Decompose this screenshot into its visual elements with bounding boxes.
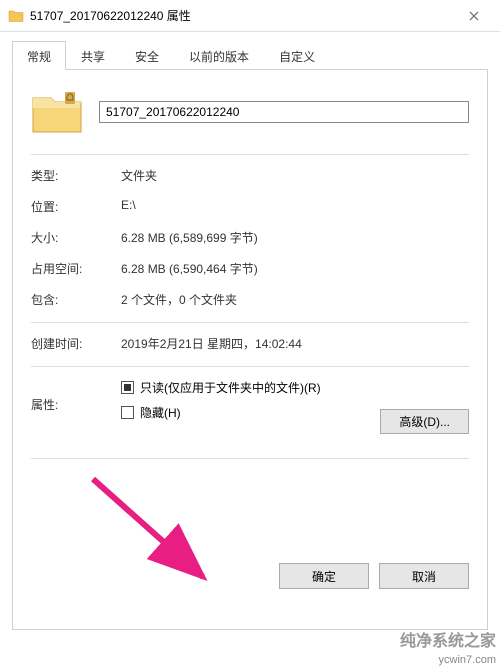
name-row (31, 88, 469, 136)
type-label: 类型: (31, 167, 121, 184)
size-on-disk-value: 6.28 MB (6,590,464 字节) (121, 260, 469, 277)
titlebar: 51707_20170622012240 属性 (0, 0, 500, 32)
tabs: 常规 共享 安全 以前的版本 自定义 (12, 40, 488, 70)
created-label: 创建时间: (31, 335, 121, 352)
tab-previous-versions[interactable]: 以前的版本 (174, 41, 264, 70)
cancel-button[interactable]: 取消 (379, 563, 469, 589)
tab-custom[interactable]: 自定义 (264, 41, 330, 70)
dialog-buttons: 确定 取消 (279, 563, 469, 589)
tab-share[interactable]: 共享 (66, 41, 120, 70)
folder-name-input[interactable] (99, 101, 469, 123)
readonly-label: 只读(仅应用于文件夹中的文件)(R) (140, 379, 321, 396)
dialog-content: 常规 共享 安全 以前的版本 自定义 类型: 文件夹 位置: E:\ (0, 32, 500, 630)
tab-general[interactable]: 常规 (12, 41, 66, 70)
divider (31, 458, 469, 459)
folder-large-icon (31, 88, 83, 136)
window-title: 51707_20170622012240 属性 (30, 7, 456, 24)
size-label: 大小: (31, 229, 121, 246)
type-value: 文件夹 (121, 167, 469, 184)
created-value: 2019年2月21日 星期四，14:02:44 (121, 335, 469, 352)
readonly-checkbox-row[interactable]: 只读(仅应用于文件夹中的文件)(R) (121, 379, 469, 396)
watermark: 纯净系统之家 ycwin7.com (400, 632, 496, 667)
tab-body-general: 类型: 文件夹 位置: E:\ 大小: 6.28 MB (6,589,699 字… (12, 70, 488, 630)
contains-label: 包含: (31, 291, 121, 308)
attributes-label: 属性: (31, 396, 121, 413)
readonly-checkbox[interactable] (121, 381, 134, 394)
divider (31, 366, 469, 367)
tab-security[interactable]: 安全 (120, 41, 174, 70)
divider (31, 322, 469, 323)
location-label: 位置: (31, 198, 121, 215)
close-button[interactable] (456, 2, 492, 30)
watermark-text: 纯净系统之家 (400, 632, 496, 653)
folder-icon (8, 8, 24, 24)
size-on-disk-label: 占用空间: (31, 260, 121, 277)
size-value: 6.28 MB (6,589,699 字节) (121, 229, 469, 246)
watermark-url: ycwin7.com (400, 653, 496, 667)
hidden-label: 隐藏(H) (140, 404, 181, 421)
divider (31, 154, 469, 155)
annotation-arrow (83, 469, 233, 589)
ok-button[interactable]: 确定 (279, 563, 369, 589)
contains-value: 2 个文件，0 个文件夹 (121, 291, 469, 308)
location-value: E:\ (121, 198, 469, 215)
hidden-checkbox[interactable] (121, 406, 134, 419)
advanced-button[interactable]: 高级(D)... (380, 409, 469, 434)
